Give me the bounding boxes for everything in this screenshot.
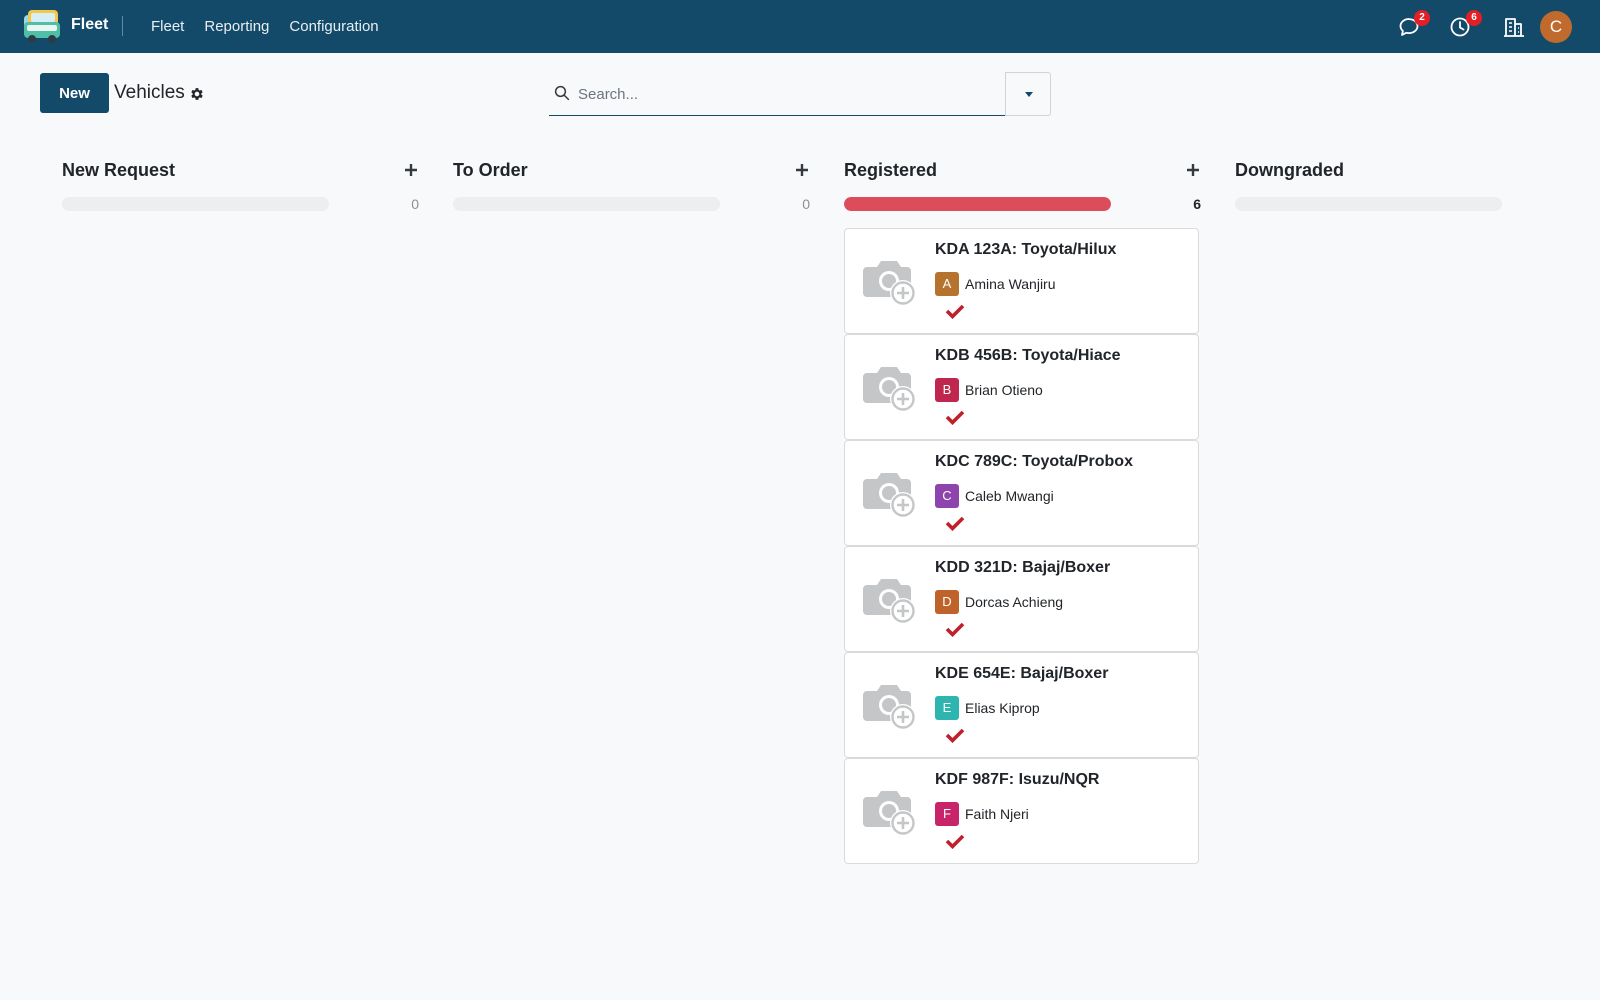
- search-box: [549, 72, 1005, 116]
- add-photo-icon[interactable]: [861, 785, 919, 837]
- check-icon: [945, 834, 965, 849]
- license-plate: KDB 456B: [935, 347, 1013, 364]
- vehicle-model: Isuzu/NQR: [1018, 771, 1100, 788]
- vehicle-model: Bajaj/Boxer: [1020, 665, 1109, 682]
- plus-icon[interactable]: [403, 162, 419, 178]
- column-title[interactable]: To Order: [453, 160, 528, 181]
- add-photo-icon[interactable]: [861, 255, 919, 307]
- column-title[interactable]: Registered: [844, 160, 937, 181]
- column-title[interactable]: New Request: [62, 160, 175, 181]
- column-count: 6: [1193, 196, 1201, 212]
- driver-name: Elias Kiprop: [965, 700, 1040, 716]
- vehicle-title: KDF 987F: Isuzu/NQR: [935, 771, 1100, 788]
- driver-name: Caleb Mwangi: [965, 488, 1054, 504]
- column-count: 0: [411, 196, 419, 212]
- driver-avatar[interactable]: D: [935, 590, 959, 614]
- menu-reporting[interactable]: Reporting: [194, 0, 279, 53]
- company-switcher[interactable]: [1500, 13, 1528, 41]
- activities-button[interactable]: 6: [1448, 10, 1482, 41]
- driver-avatar[interactable]: B: [935, 378, 959, 402]
- column-title[interactable]: Downgraded: [1235, 160, 1344, 181]
- add-photo-icon[interactable]: [861, 679, 919, 731]
- vehicle-title: KDC 789C: Toyota/Probox: [935, 453, 1133, 470]
- check-icon: [945, 728, 965, 743]
- check-icon: [945, 622, 965, 637]
- driver-name: Dorcas Achieng: [965, 594, 1064, 610]
- column-progress-bar[interactable]: [453, 197, 720, 211]
- search-bar: [549, 72, 1051, 116]
- add-photo-icon[interactable]: [861, 467, 919, 519]
- driver: F Faith Njeri: [935, 802, 1029, 826]
- activities-badge: 6: [1466, 10, 1482, 26]
- top-navbar: Fleet Fleet Reporting Configuration 2 6 …: [0, 0, 1600, 53]
- vehicle-card[interactable]: KDA 123A: Toyota/Hilux A Amina Wanjiru: [844, 228, 1199, 334]
- caret-down-icon: [1025, 92, 1033, 97]
- driver-avatar[interactable]: A: [935, 272, 959, 296]
- card-list: KDA 123A: Toyota/Hilux A Amina Wanjiru K…: [844, 228, 1199, 864]
- driver-name: Brian Otieno: [965, 382, 1043, 398]
- driver-avatar[interactable]: C: [935, 484, 959, 508]
- vehicle-card[interactable]: KDD 321D: Bajaj/Boxer D Dorcas Achieng: [844, 546, 1199, 652]
- column-progress-bar[interactable]: [844, 197, 1111, 211]
- page-title: Vehicles: [114, 82, 185, 103]
- driver: C Caleb Mwangi: [935, 484, 1054, 508]
- driver-avatar[interactable]: E: [935, 696, 959, 720]
- add-photo-icon[interactable]: [861, 361, 919, 413]
- search-input[interactable]: [578, 80, 998, 108]
- license-plate: KDC 789C: [935, 453, 1013, 470]
- check-icon: [945, 516, 965, 531]
- menu-fleet[interactable]: Fleet: [141, 0, 194, 53]
- driver-name: Amina Wanjiru: [965, 276, 1056, 292]
- menu-configuration[interactable]: Configuration: [279, 0, 388, 53]
- driver-avatar[interactable]: F: [935, 802, 959, 826]
- search-icon: [554, 85, 570, 101]
- vehicle-card[interactable]: KDC 789C: Toyota/Probox C Caleb Mwangi: [844, 440, 1199, 546]
- vehicle-model: Toyota/Hiace: [1022, 347, 1121, 364]
- check-icon: [945, 410, 965, 425]
- nav-divider: [122, 16, 123, 36]
- messages-badge: 2: [1414, 10, 1430, 26]
- building-icon: [1504, 18, 1524, 37]
- vehicle-card[interactable]: KDB 456B: Toyota/Hiace B Brian Otieno: [844, 334, 1199, 440]
- driver: A Amina Wanjiru: [935, 272, 1056, 296]
- vehicle-card[interactable]: KDF 987F: Isuzu/NQR F Faith Njeri: [844, 758, 1199, 864]
- gear-icon[interactable]: [189, 86, 205, 102]
- license-plate: KDD 321D: [935, 559, 1013, 576]
- driver: E Elias Kiprop: [935, 696, 1040, 720]
- vehicle-title: KDD 321D: Bajaj/Boxer: [935, 559, 1111, 576]
- new-vehicle-button[interactable]: New: [40, 73, 109, 113]
- app-name[interactable]: Fleet: [71, 16, 108, 34]
- search-options-toggle[interactable]: [1005, 72, 1051, 116]
- plus-icon[interactable]: [794, 162, 810, 178]
- column-progress-bar[interactable]: [62, 197, 329, 211]
- user-avatar[interactable]: C: [1540, 11, 1572, 43]
- add-photo-icon[interactable]: [861, 573, 919, 625]
- driver-name: Faith Njeri: [965, 806, 1029, 822]
- vehicle-model: Toyota/Probox: [1022, 453, 1133, 470]
- vehicle-model: Bajaj/Boxer: [1022, 559, 1111, 576]
- plus-icon[interactable]: [1185, 162, 1201, 178]
- column-progress-bar[interactable]: [1235, 197, 1502, 211]
- vehicle-title: KDE 654E: Bajaj/Boxer: [935, 665, 1109, 682]
- vehicle-title: KDB 456B: Toyota/Hiace: [935, 347, 1121, 364]
- column-count: 0: [802, 196, 810, 212]
- license-plate: KDE 654E: [935, 665, 1011, 682]
- progress-fill: [844, 197, 1111, 211]
- driver: D Dorcas Achieng: [935, 590, 1063, 614]
- messages-button[interactable]: 2: [1396, 10, 1430, 41]
- license-plate: KDA 123A: [935, 241, 1012, 258]
- vehicle-card[interactable]: KDE 654E: Bajaj/Boxer E Elias Kiprop: [844, 652, 1199, 758]
- fleet-app-icon[interactable]: [22, 8, 62, 45]
- check-icon: [945, 304, 965, 319]
- main-menu: Fleet Reporting Configuration: [141, 0, 389, 53]
- license-plate: KDF 987F: [935, 771, 1009, 788]
- vehicle-model: Toyota/Hilux: [1021, 241, 1117, 258]
- vehicle-title: KDA 123A: Toyota/Hilux: [935, 241, 1117, 258]
- driver: B Brian Otieno: [935, 378, 1043, 402]
